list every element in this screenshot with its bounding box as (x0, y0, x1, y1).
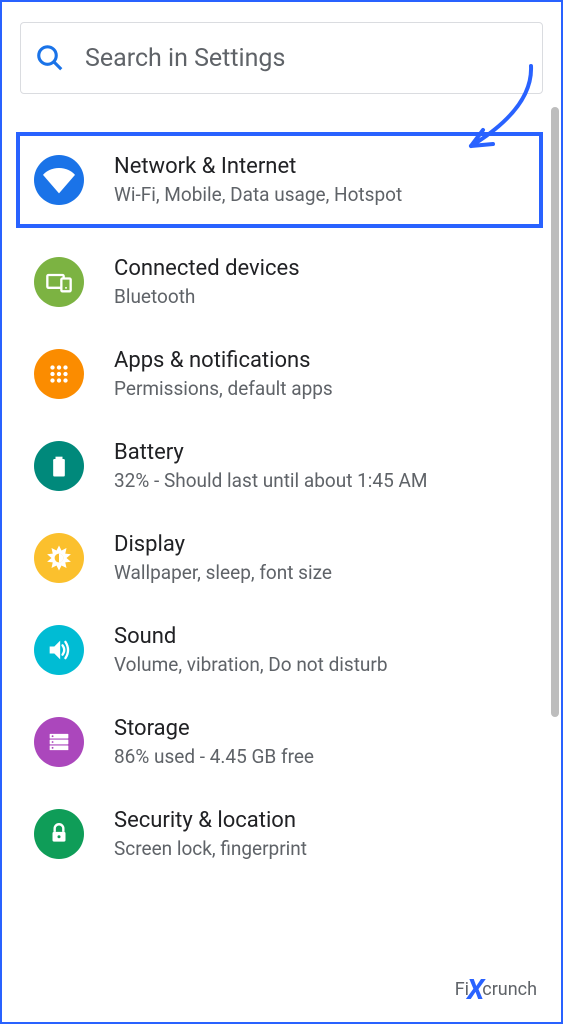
settings-item-storage[interactable]: Storage 86% used - 4.45 GB free (2, 696, 561, 788)
search-placeholder: Search in Settings (85, 44, 285, 73)
item-title: Connected devices (114, 256, 300, 281)
display-icon (34, 533, 84, 583)
watermark: Fi X crunch (455, 973, 537, 1006)
item-subtitle: Bluetooth (114, 285, 300, 308)
item-text: Apps & notifications Permissions, defaul… (114, 348, 333, 400)
battery-icon (34, 441, 84, 491)
item-title: Network & Internet (114, 154, 402, 179)
item-subtitle: Wallpaper, sleep, font size (114, 561, 332, 584)
search-bar[interactable]: Search in Settings (20, 22, 543, 94)
security-icon (34, 809, 84, 859)
scrollbar[interactable] (551, 107, 559, 717)
item-subtitle: 32% - Should last until about 1:45 AM (114, 469, 427, 492)
devices-icon (34, 257, 84, 307)
item-subtitle: Permissions, default apps (114, 377, 333, 400)
apps-icon (34, 349, 84, 399)
item-subtitle: 86% used - 4.45 GB free (114, 745, 314, 768)
item-title: Storage (114, 716, 314, 741)
item-text: Display Wallpaper, sleep, font size (114, 532, 332, 584)
wifi-icon (34, 155, 84, 205)
settings-item-display[interactable]: Display Wallpaper, sleep, font size (2, 512, 561, 604)
settings-item-network[interactable]: Network & Internet Wi-Fi, Mobile, Data u… (16, 132, 543, 228)
search-icon (35, 43, 65, 73)
item-title: Sound (114, 624, 388, 649)
settings-item-connected-devices[interactable]: Connected devices Bluetooth (2, 236, 561, 328)
item-title: Display (114, 532, 332, 557)
item-title: Apps & notifications (114, 348, 333, 373)
settings-item-apps[interactable]: Apps & notifications Permissions, defaul… (2, 328, 561, 420)
item-text: Network & Internet Wi-Fi, Mobile, Data u… (114, 154, 402, 206)
item-text: Storage 86% used - 4.45 GB free (114, 716, 314, 768)
settings-item-security[interactable]: Security & location Screen lock, fingerp… (2, 788, 561, 880)
settings-list: Network & Internet Wi-Fi, Mobile, Data u… (2, 104, 561, 884)
item-text: Security & location Screen lock, fingerp… (114, 808, 307, 860)
sound-icon (34, 625, 84, 675)
storage-icon (34, 717, 84, 767)
item-text: Sound Volume, vibration, Do not disturb (114, 624, 388, 676)
item-text: Battery 32% - Should last until about 1:… (114, 440, 427, 492)
settings-item-battery[interactable]: Battery 32% - Should last until about 1:… (2, 420, 561, 512)
watermark-crunch: crunch (482, 979, 537, 1000)
item-subtitle: Volume, vibration, Do not disturb (114, 653, 388, 676)
item-title: Security & location (114, 808, 307, 833)
item-text: Connected devices Bluetooth (114, 256, 300, 308)
settings-item-sound[interactable]: Sound Volume, vibration, Do not disturb (2, 604, 561, 696)
item-subtitle: Screen lock, fingerprint (114, 837, 307, 860)
item-subtitle: Wi-Fi, Mobile, Data usage, Hotspot (114, 183, 402, 206)
item-title: Battery (114, 440, 427, 465)
